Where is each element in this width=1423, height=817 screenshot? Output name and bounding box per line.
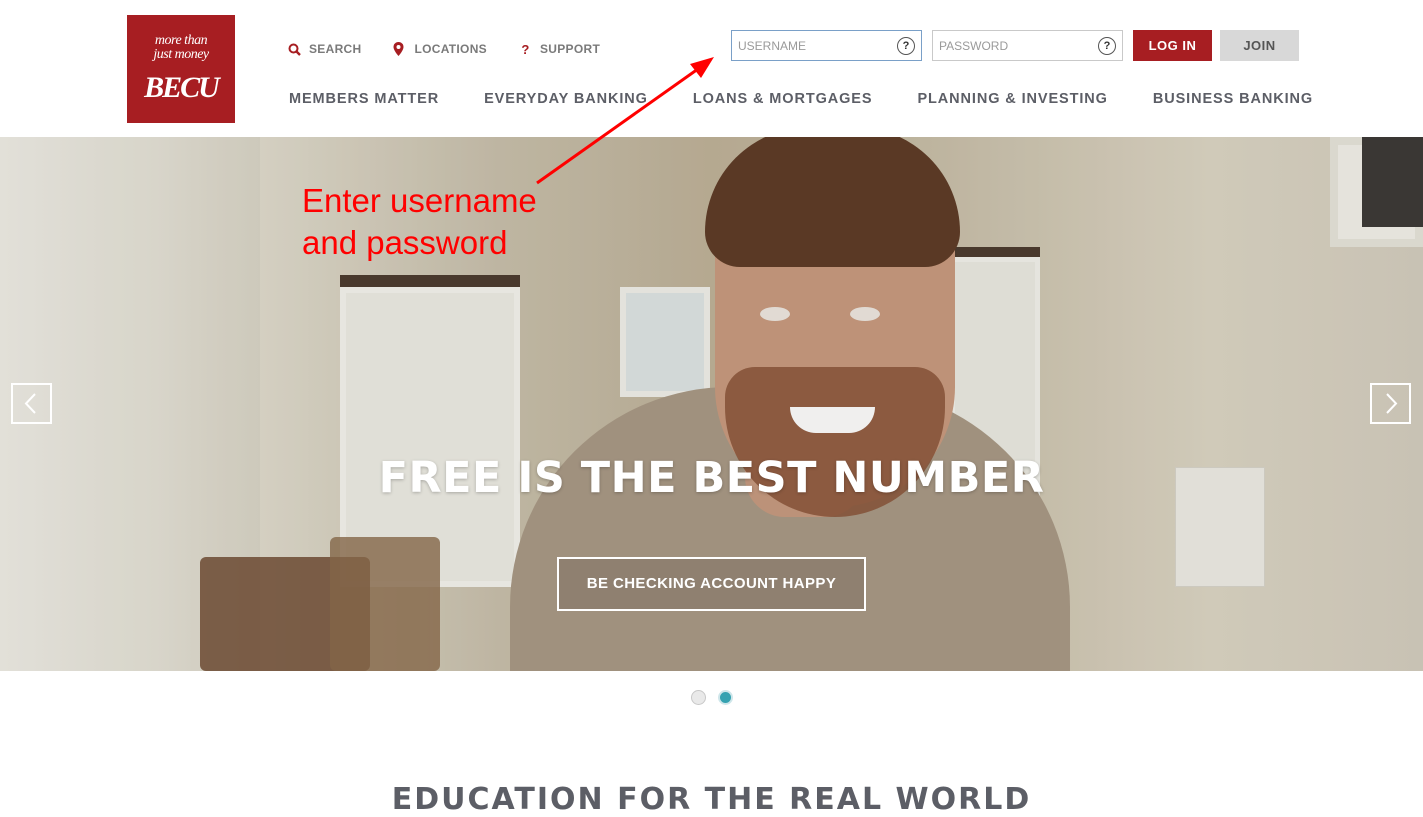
utility-search-label: SEARCH xyxy=(309,42,362,56)
logo-tagline: more than just money xyxy=(153,33,209,62)
join-button[interactable]: JOIN xyxy=(1220,30,1299,61)
nav-planning-investing[interactable]: PLANNING & INVESTING xyxy=(917,91,1107,107)
logo-wordmark: BECU xyxy=(144,71,220,104)
utility-search-link[interactable]: SEARCH xyxy=(288,40,361,58)
becu-logo[interactable]: more than just money BECU xyxy=(127,15,235,123)
utility-nav: SEARCH LOCATIONS ? SUPPORT xyxy=(288,40,632,58)
chevron-right-icon xyxy=(1386,393,1398,414)
site-header: more than just money BECU SEARCH LOCATIO… xyxy=(0,0,1423,137)
main-nav: MEMBERS MATTER EVERYDAY BANKING LOANS & … xyxy=(289,91,1358,107)
username-input[interactable] xyxy=(732,31,892,60)
question-icon: ? xyxy=(521,41,530,57)
nav-loans-mortgages[interactable]: LOANS & MORTGAGES xyxy=(693,91,873,107)
password-help-icon[interactable]: ? xyxy=(1098,37,1116,55)
chevron-left-icon xyxy=(24,393,36,414)
password-field[interactable]: ? xyxy=(932,30,1123,61)
carousel-dot-1[interactable] xyxy=(691,690,706,705)
carousel-prev-button[interactable] xyxy=(11,383,52,424)
login-button[interactable]: LOG IN xyxy=(1133,30,1212,61)
login-form: ? ? LOG IN JOIN xyxy=(731,30,1299,61)
section-heading: EDUCATION FOR THE REAL WORLD xyxy=(391,782,1032,817)
carousel-next-button[interactable] xyxy=(1370,383,1411,424)
utility-locations-label: LOCATIONS xyxy=(414,42,487,56)
nav-everyday-banking[interactable]: EVERYDAY BANKING xyxy=(484,91,648,107)
location-pin-icon xyxy=(393,42,406,56)
carousel-indicators xyxy=(691,690,745,705)
hero-carousel: FREE IS THE BEST NUMBER BE CHECKING ACCO… xyxy=(0,137,1423,671)
username-help-icon[interactable]: ? xyxy=(897,37,915,55)
search-icon xyxy=(288,43,301,56)
nav-members-matter[interactable]: MEMBERS MATTER xyxy=(289,91,439,107)
nav-business-banking[interactable]: BUSINESS BANKING xyxy=(1153,91,1313,107)
username-field[interactable]: ? xyxy=(731,30,922,61)
hero-cta-button[interactable]: BE CHECKING ACCOUNT HAPPY xyxy=(557,557,866,611)
utility-locations-link[interactable]: LOCATIONS xyxy=(393,40,487,58)
carousel-dot-2[interactable] xyxy=(718,690,733,705)
password-input[interactable] xyxy=(933,31,1093,60)
hero-title: FREE IS THE BEST NUMBER xyxy=(378,453,1045,503)
utility-support-link[interactable]: ? SUPPORT xyxy=(519,40,600,58)
utility-support-label: SUPPORT xyxy=(539,42,601,56)
annotation-text: Enter username and password xyxy=(302,182,537,261)
